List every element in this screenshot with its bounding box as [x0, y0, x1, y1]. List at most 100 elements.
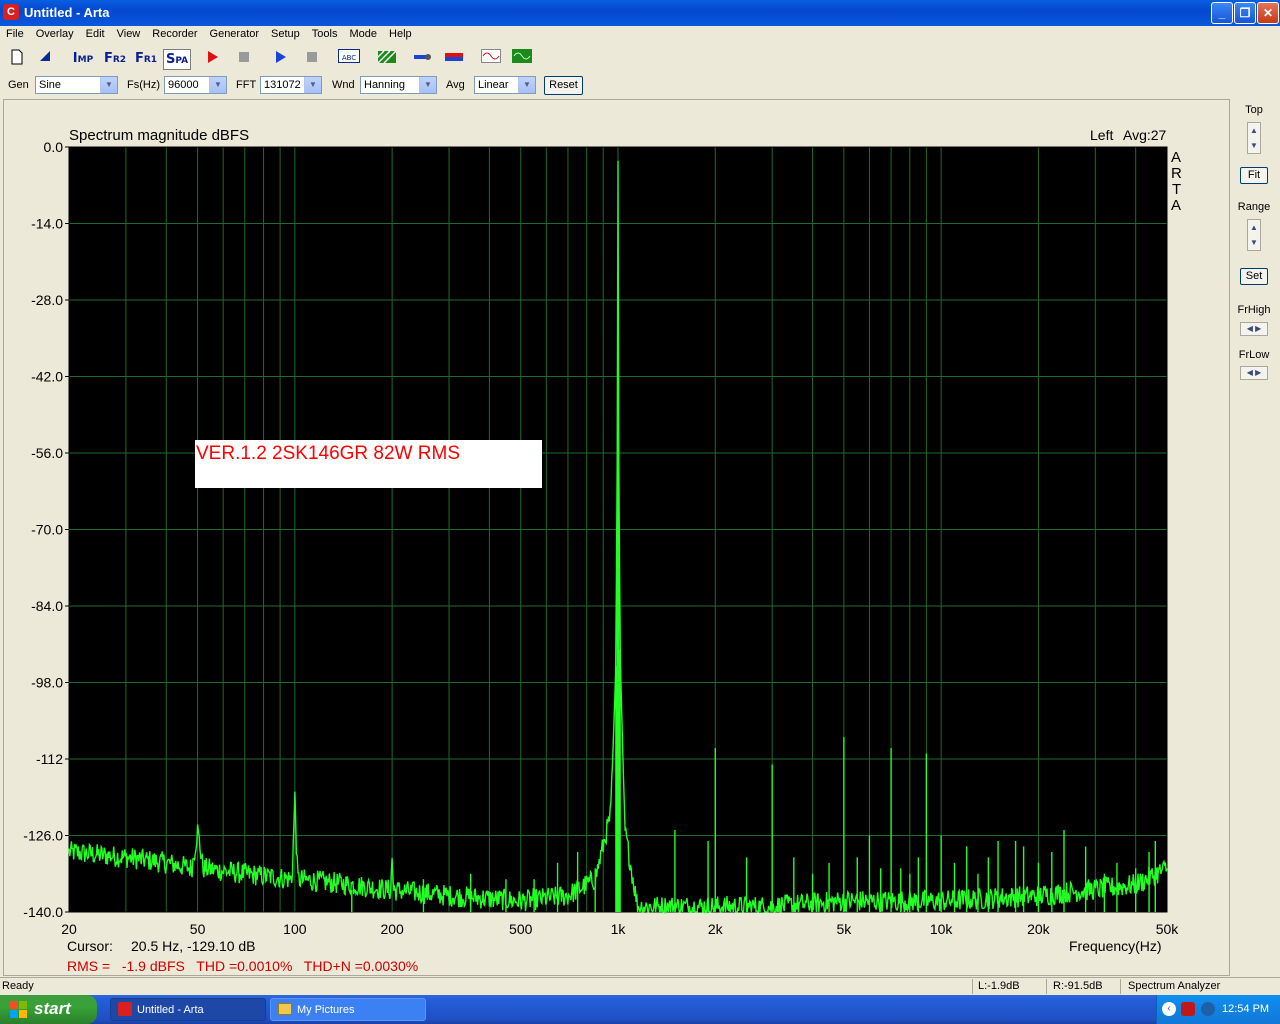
top-label: Top	[1245, 104, 1263, 116]
arta-brand-t: T	[1172, 181, 1181, 198]
frlow-spinner[interactable]: ◀ ▶	[1240, 366, 1268, 380]
spectrum-plot[interactable]: 0.0 -14.0 -28.0 -42.0 -56.0 -70.0 -84.0 -98.0 -1…	[4, 100, 1229, 975]
set-button[interactable]: Set	[1240, 268, 1268, 285]
arta-app-icon[interactable]: C	[3, 4, 19, 20]
shield-icon[interactable]	[1181, 1002, 1195, 1016]
y-tick-label: 0.0	[44, 139, 64, 155]
fs-label: Fs(Hz)	[127, 79, 160, 91]
restore-button[interactable]: ❐	[1234, 2, 1256, 24]
avg-label: Avg	[446, 79, 465, 91]
minimize-button[interactable]: _	[1211, 2, 1233, 24]
clock: 12:54 PM	[1222, 1003, 1270, 1015]
stop-record-icon[interactable]	[235, 49, 253, 68]
range-label: Range	[1237, 201, 1271, 213]
x-tick-label: 50k	[1156, 921, 1180, 937]
gen-label: Gen	[8, 79, 29, 91]
y-tick-label: -28.0	[31, 292, 63, 308]
menu-view[interactable]: View	[111, 26, 147, 40]
abc-icon[interactable]: ABC	[338, 49, 360, 68]
start-button[interactable]: start	[0, 995, 97, 1024]
menu-tools[interactable]: Tools	[306, 26, 344, 40]
status-bar: Ready L:-1.9dB R:-91.5dB Spectrum Analyz…	[0, 977, 1280, 996]
stop-icon[interactable]	[303, 49, 321, 68]
title-bar[interactable]: C Untitled - Arta _ ❐ ✕	[0, 0, 1280, 26]
arta-brand-a2: A	[1171, 197, 1181, 214]
menu-setup[interactable]: Setup	[265, 26, 306, 40]
x-tick-label: 100	[283, 921, 307, 937]
menu-generator[interactable]: Generator	[204, 26, 266, 40]
reset-button[interactable]: Reset	[544, 76, 583, 95]
cursor-label: Cursor:	[67, 938, 113, 954]
chart-title: Spectrum magnitude dBFS	[69, 127, 249, 144]
averaging-select[interactable]: Linear ▼	[474, 76, 536, 94]
status-mode: Spectrum Analyzer	[1128, 980, 1221, 992]
main-toolbar: IMP FR2 FR1 SPA ABC	[0, 46, 1280, 72]
menu-help[interactable]: Help	[383, 26, 418, 40]
level-meter-icon[interactable]	[444, 49, 464, 68]
y-tick-label: -56.0	[31, 445, 63, 461]
y-tick-label: -14.0	[31, 216, 63, 232]
arta-brand-a1: A	[1171, 149, 1181, 166]
menu-overlay[interactable]: Overlay	[30, 26, 80, 40]
taskbar-item-my-pictures[interactable]: My Pictures	[270, 998, 426, 1021]
x-tick-label: 50	[190, 921, 206, 937]
menu-mode[interactable]: Mode	[343, 26, 383, 40]
arta-app-icon	[118, 1002, 132, 1016]
spin-up-icon: ▲	[1250, 223, 1258, 232]
impedance-mode-button[interactable]: IMP	[70, 49, 96, 68]
annotation-text: VER.1.2 2SK146GR 82W RMS	[196, 443, 460, 464]
chevron-left-icon[interactable]: ‹	[1162, 1002, 1176, 1016]
spin-up-icon: ▲	[1250, 126, 1258, 135]
record-icon[interactable]	[204, 49, 222, 68]
menu-recorder[interactable]: Recorder	[146, 26, 203, 40]
windows-logo-icon	[10, 1001, 27, 1018]
y-tick-label: -42.0	[31, 369, 63, 385]
generator-select[interactable]: Sine ▼	[35, 76, 118, 94]
channel-label: Left	[1090, 127, 1113, 143]
x-tick-label: 10k	[930, 921, 954, 937]
y-tick-label: -112	[36, 751, 63, 767]
top-spinner[interactable]: ▲ ▼	[1247, 122, 1261, 154]
chevron-down-icon: ▼	[518, 77, 535, 93]
new-document-icon[interactable]	[8, 49, 26, 68]
sample-rate-select[interactable]: 96000 ▼	[164, 76, 227, 94]
probe-icon[interactable]	[413, 49, 433, 68]
y-tick-label: -140.0	[23, 904, 63, 920]
fft-size-select[interactable]: 131072 ▼	[260, 76, 322, 94]
open-icon[interactable]	[36, 49, 54, 68]
hatch-icon[interactable]	[371, 49, 397, 68]
taskbar: start Untitled - Arta My Pictures ‹ 12:5…	[0, 995, 1280, 1024]
range-spinner[interactable]: ▲ ▼	[1247, 219, 1261, 251]
fr2-mode-button[interactable]: FR2	[102, 49, 128, 68]
taskbar-item-arta[interactable]: Untitled - Arta	[110, 998, 266, 1021]
settings-toolbar: Gen Sine ▼ Fs(Hz) 96000 ▼ FFT 131072 ▼ Wnd …	[0, 74, 1280, 98]
chevron-down-icon: ▼	[100, 77, 117, 93]
menu-bar: File Overlay Edit View Recorder Generator Setu…	[0, 26, 1280, 45]
fft-label: FFT	[236, 79, 257, 91]
y-tick-label: -98.0	[31, 675, 63, 691]
close-button[interactable]: ✕	[1257, 2, 1279, 24]
scope-icon[interactable]	[511, 49, 533, 68]
status-left-level: L:-1.9dB	[978, 980, 1020, 992]
window-select[interactable]: Hanning ▼	[360, 76, 437, 94]
menu-edit[interactable]: Edit	[80, 26, 111, 40]
spin-down-icon: ▼	[1250, 238, 1258, 247]
avg-count-label: Avg:27	[1123, 127, 1167, 143]
chevron-down-icon: ▼	[304, 77, 321, 93]
frlow-label: FrLow	[1238, 349, 1270, 361]
fr1-mode-button[interactable]: FR1	[133, 49, 159, 68]
play-icon[interactable]	[272, 49, 290, 68]
rms-thd-summary: RMS = -1.9 dBFS THD =0.0010% THD+N =0.00…	[67, 958, 418, 974]
frhigh-spinner[interactable]: ◀ ▶	[1240, 322, 1268, 336]
wnd-label: Wnd	[332, 79, 355, 91]
status-ready: Ready	[2, 980, 34, 992]
y-tick-label: -70.0	[31, 522, 63, 538]
speaker-icon[interactable]	[1201, 1002, 1215, 1016]
x-tick-label: 2k	[708, 921, 724, 937]
y-tick-label: -84.0	[31, 598, 63, 614]
x-tick-label: 200	[380, 921, 404, 937]
sine-wave-icon[interactable]	[480, 49, 502, 68]
fit-button[interactable]: Fit	[1240, 167, 1268, 184]
menu-file[interactable]: File	[0, 26, 30, 40]
spa-mode-button[interactable]: SPA	[163, 49, 191, 70]
